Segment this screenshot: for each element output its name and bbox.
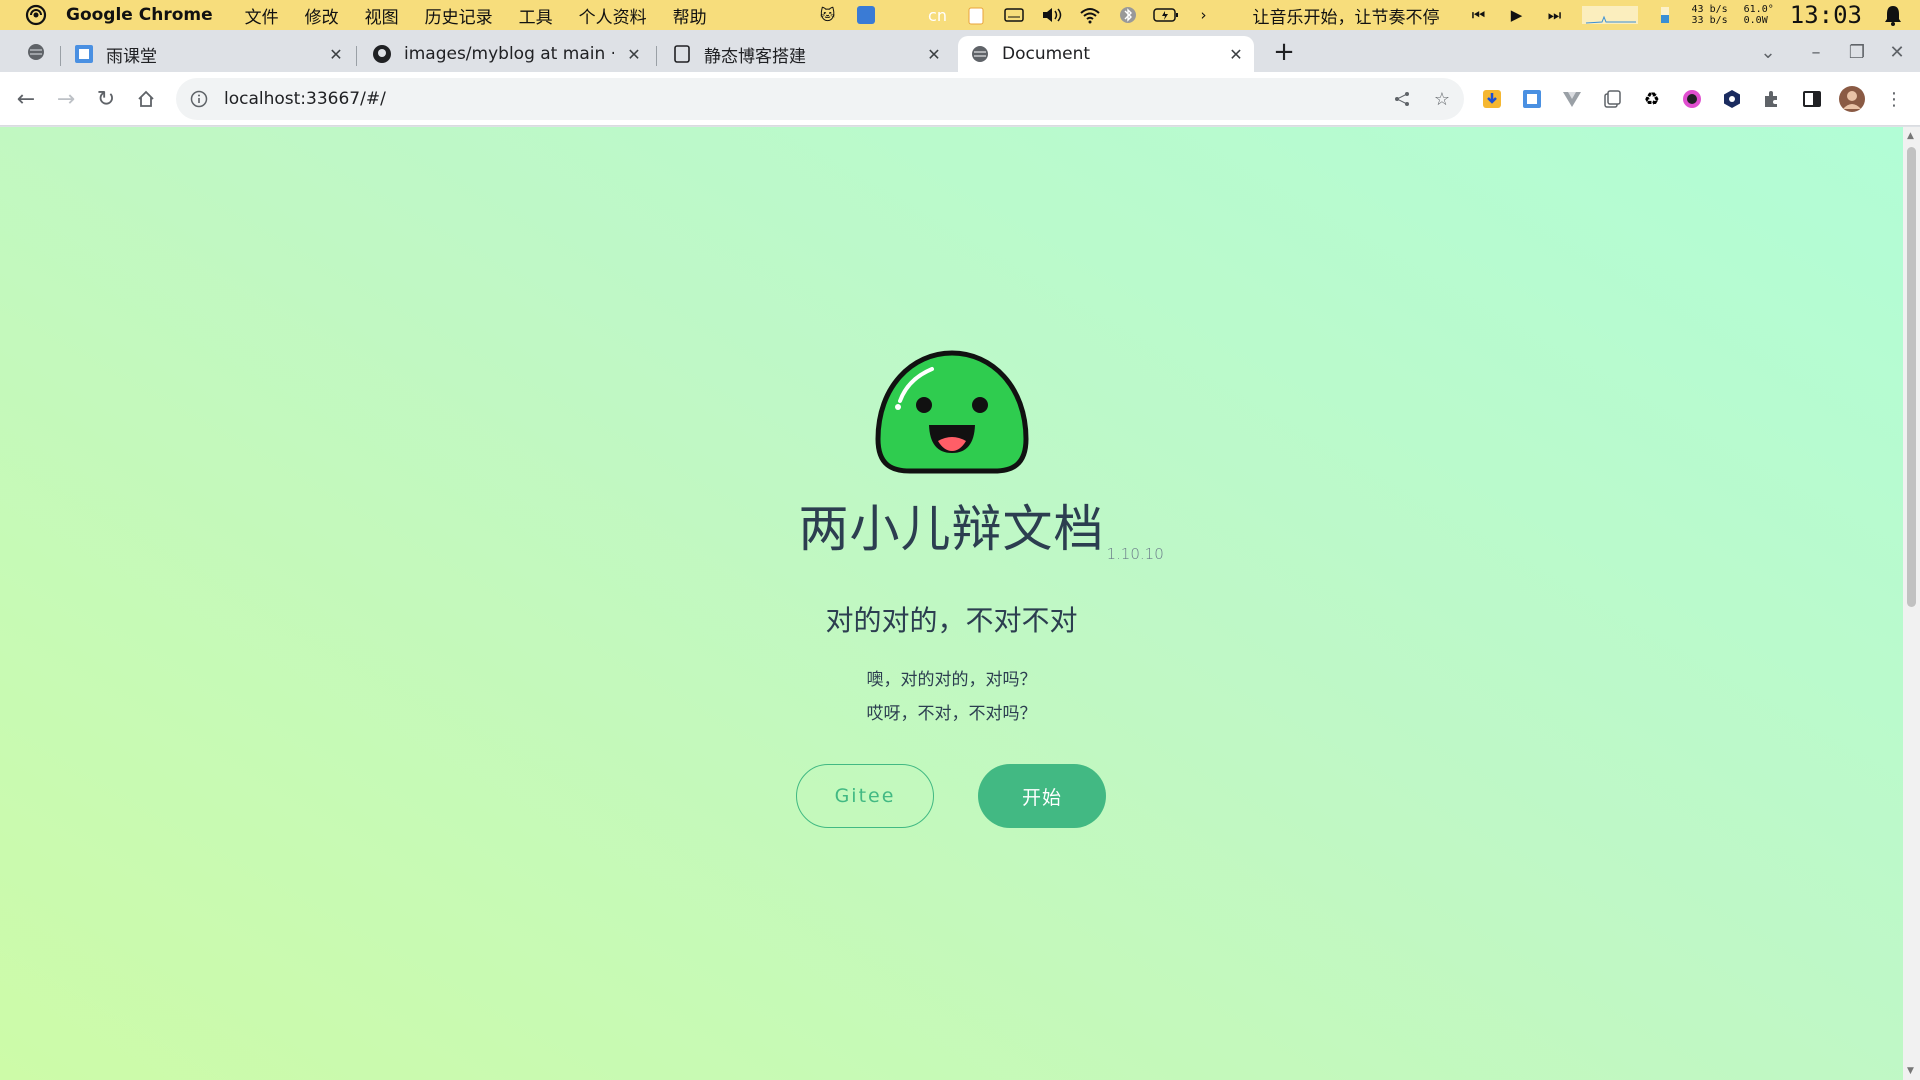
new-tab-button[interactable]: +: [1270, 37, 1298, 67]
scrollbar-thumb[interactable]: [1907, 147, 1916, 607]
page-viewport: 两小儿辩文档 1.10.10 对的对的，不对不对 噢，对的对的，对吗？ 哎呀，不对…: [0, 127, 1903, 1080]
github-icon: [372, 44, 392, 64]
menu-help[interactable]: 帮助: [673, 3, 707, 28]
site-title-wrap: 两小儿辩文档 1.10.10: [0, 489, 1903, 563]
close-icon[interactable]: ✕: [624, 44, 644, 64]
tab-github-images[interactable]: images/myblog at main · ✕: [360, 36, 652, 72]
tab-strip: 雨课堂 ✕ images/myblog at main · ✕ 静态博客搭建 ✕…: [0, 30, 1920, 72]
bluetooth-icon[interactable]: [1115, 4, 1141, 26]
next-track-icon[interactable]: ⏭: [1542, 4, 1568, 26]
temperature: 61.0°: [1743, 4, 1774, 15]
input-method-icon[interactable]: cn: [925, 4, 951, 26]
home-icon[interactable]: [132, 85, 160, 113]
close-icon[interactable]: ✕: [924, 44, 944, 64]
restore-icon[interactable]: ❐: [1845, 40, 1869, 64]
avatar[interactable]: [1838, 85, 1866, 113]
menu-file[interactable]: 文件: [245, 3, 279, 28]
tab-title: images/myblog at main ·: [404, 44, 614, 64]
close-icon[interactable]: ✕: [326, 44, 346, 64]
rain-classroom-icon: [74, 44, 94, 64]
extensions-puzzle-icon[interactable]: [1758, 85, 1786, 113]
app-icon[interactable]: [853, 4, 879, 26]
tab-rain-classroom[interactable]: 雨课堂 ✕: [62, 36, 354, 72]
notification-bell-icon[interactable]: [1880, 4, 1906, 26]
menu-view[interactable]: 视图: [365, 3, 399, 28]
menu-tools[interactable]: 工具: [519, 3, 553, 28]
gitee-button[interactable]: Gitee: [796, 764, 934, 828]
reload-icon[interactable]: ↻: [92, 85, 120, 113]
keyboard-icon[interactable]: [1001, 4, 1027, 26]
version-label: 1.10.10: [1106, 545, 1164, 563]
tab-separator: [60, 46, 61, 66]
chevron-right-icon[interactable]: ›: [1191, 4, 1217, 26]
description-line-2: 哎呀，不对，不对吗？: [866, 704, 1037, 724]
hexagon-extension-icon[interactable]: [1718, 85, 1746, 113]
site-title-text: 两小儿辩文档: [798, 500, 1105, 558]
site-info-icon[interactable]: [188, 88, 210, 110]
power-draw: 0.0W: [1743, 15, 1768, 26]
menu-profile[interactable]: 个人资料: [579, 3, 647, 28]
globe-icon: [970, 44, 990, 64]
tab-search-globe-icon[interactable]: [24, 40, 48, 64]
play-icon[interactable]: ▶: [1504, 4, 1530, 26]
tab-title: 静态博客搭建: [704, 46, 806, 67]
close-icon[interactable]: ✕: [1226, 44, 1246, 64]
start-button[interactable]: 开始: [978, 764, 1106, 828]
slime-mascot-logo: [875, 350, 1029, 474]
clock[interactable]: 13:03: [1790, 1, 1862, 29]
network-speed: 43 b/s 33 b/s: [1692, 4, 1728, 26]
battery-icon[interactable]: [1152, 4, 1179, 26]
vue-devtools-icon[interactable]: [1558, 85, 1586, 113]
bookmark-star-icon[interactable]: ☆: [1430, 87, 1454, 111]
tab-list-chevron-down-icon[interactable]: ⌄: [1756, 40, 1780, 64]
system-menubar: Google Chrome 文件 修改 视图 历史记录 工具 个人资料 帮助 🐱…: [0, 0, 1920, 30]
cat-icon[interactable]: 🐱: [815, 4, 841, 26]
tab-title: Document: [1002, 44, 1091, 64]
side-panel-icon[interactable]: [1798, 85, 1826, 113]
sensor-readout: 61.0° 0.0W: [1744, 4, 1774, 26]
net-up: 43 b/s: [1691, 4, 1728, 15]
volume-icon[interactable]: [1039, 4, 1065, 26]
description: 噢，对的对的，对吗？ 哎呀，不对，不对吗？: [0, 663, 1903, 731]
page-scrollbar[interactable]: ▲ ▼: [1903, 127, 1920, 1080]
previous-track-icon[interactable]: ⏮: [1466, 4, 1492, 26]
tab-static-blog[interactable]: 静态博客搭建 ✕: [660, 36, 952, 72]
description-line-1: 噢，对的对的，对吗？: [866, 670, 1037, 690]
scroll-up-arrow-icon[interactable]: ▲: [1907, 131, 1914, 141]
app-name[interactable]: Google Chrome: [66, 5, 213, 25]
menu-history[interactable]: 历史记录: [425, 3, 493, 28]
recycle-extension-icon[interactable]: ♻: [1638, 85, 1666, 113]
copy-extension-icon[interactable]: [1598, 85, 1626, 113]
site-title: 两小儿辩文档 1.10.10: [798, 489, 1164, 563]
net-down: 33 b/s: [1691, 15, 1728, 26]
minimize-icon[interactable]: –: [1804, 40, 1828, 64]
menu-edit[interactable]: 修改: [305, 3, 339, 28]
forward-arrow-icon[interactable]: →: [52, 85, 80, 113]
rain-classroom-extension-icon[interactable]: [1518, 85, 1546, 113]
tab-document[interactable]: Document ✕: [958, 36, 1254, 72]
download-extension-icon[interactable]: [1478, 85, 1506, 113]
address-bar[interactable]: localhost:33667/#/ ☆: [176, 78, 1464, 120]
memory-icon[interactable]: [1652, 4, 1678, 26]
apple-logo-icon[interactable]: [22, 1, 50, 29]
cover-page: 两小儿辩文档 1.10.10 对的对的，不对不对 噢，对的对的，对吗？ 哎呀，不对…: [0, 127, 1903, 1080]
clipboard-icon[interactable]: [963, 4, 989, 26]
now-playing-text[interactable]: 让音乐开始，让节奏不停: [1253, 3, 1440, 28]
wifi-icon[interactable]: [1077, 4, 1103, 26]
color-picker-extension-icon[interactable]: [1678, 85, 1706, 113]
tab-separator: [356, 46, 357, 66]
url-text[interactable]: localhost:33667/#/: [224, 89, 386, 109]
kebab-menu-icon[interactable]: ⋮: [1880, 85, 1908, 113]
tab-separator: [656, 46, 657, 66]
back-arrow-icon[interactable]: ←: [12, 85, 40, 113]
scroll-down-arrow-icon[interactable]: ▼: [1907, 1066, 1914, 1076]
tab-title: 雨课堂: [106, 46, 157, 67]
browser-toolbar: ← → ↻ localhost:33667/#/ ☆ ♻ ⋮: [0, 72, 1920, 126]
page-icon: [672, 44, 692, 64]
tagline: 对的对的，不对不对: [825, 604, 1078, 637]
window-close-icon[interactable]: ✕: [1885, 40, 1909, 64]
cpu-graph-icon[interactable]: [1580, 4, 1640, 26]
share-icon[interactable]: [1390, 87, 1414, 111]
